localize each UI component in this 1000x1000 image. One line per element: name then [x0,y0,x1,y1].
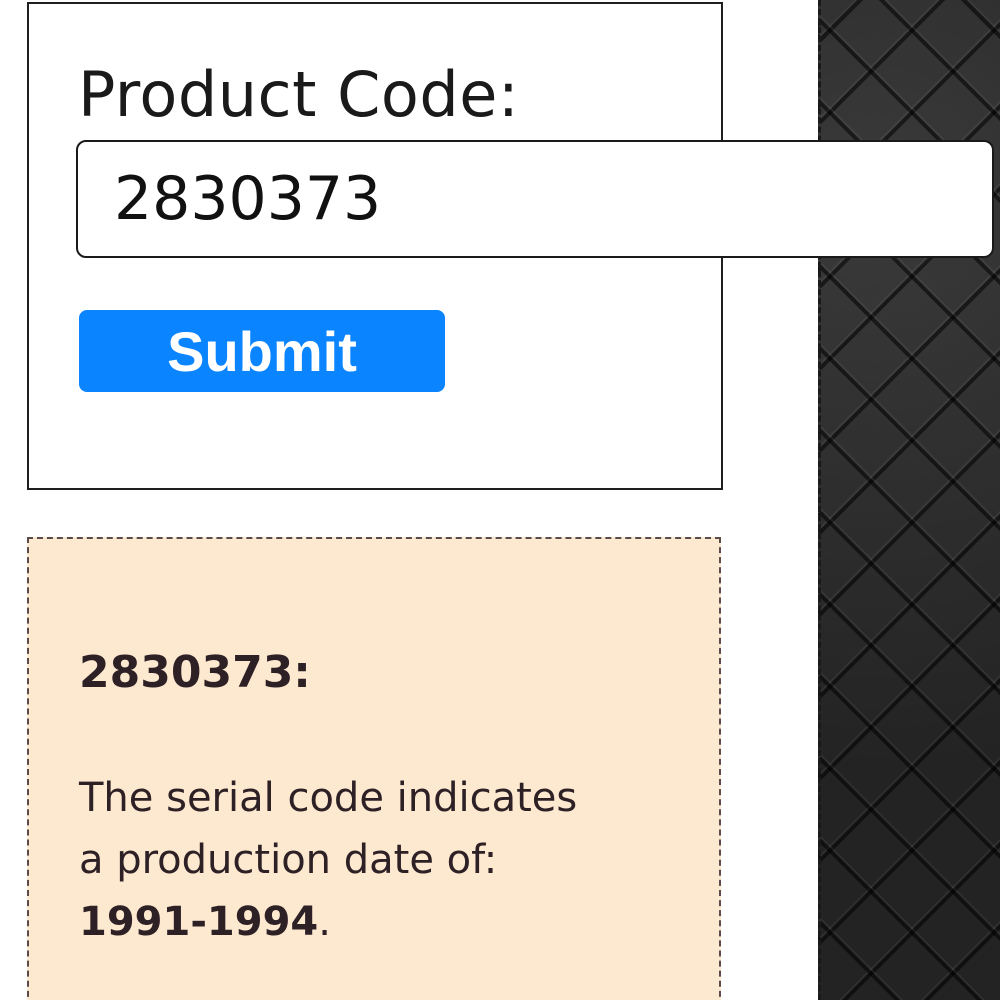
product-code-input[interactable] [76,140,994,258]
page: Product Code: Submit 2830373: The serial… [0,0,1000,1000]
result-panel: 2830373: The serial code indicates a pro… [27,537,721,1000]
product-code-label: Product Code: [78,58,520,131]
result-date-line: 1991-1994. [79,891,699,953]
submit-button[interactable]: Submit [79,310,445,392]
result-description: The serial code indicates a production d… [79,767,699,953]
production-date-range: 1991-1994 [79,899,319,945]
result-code-heading: 2830373: [79,647,311,698]
result-description-line-1: The serial code indicates [79,775,578,821]
trailing-period: . [318,899,331,945]
result-description-line-2: a production date of: [79,837,498,883]
